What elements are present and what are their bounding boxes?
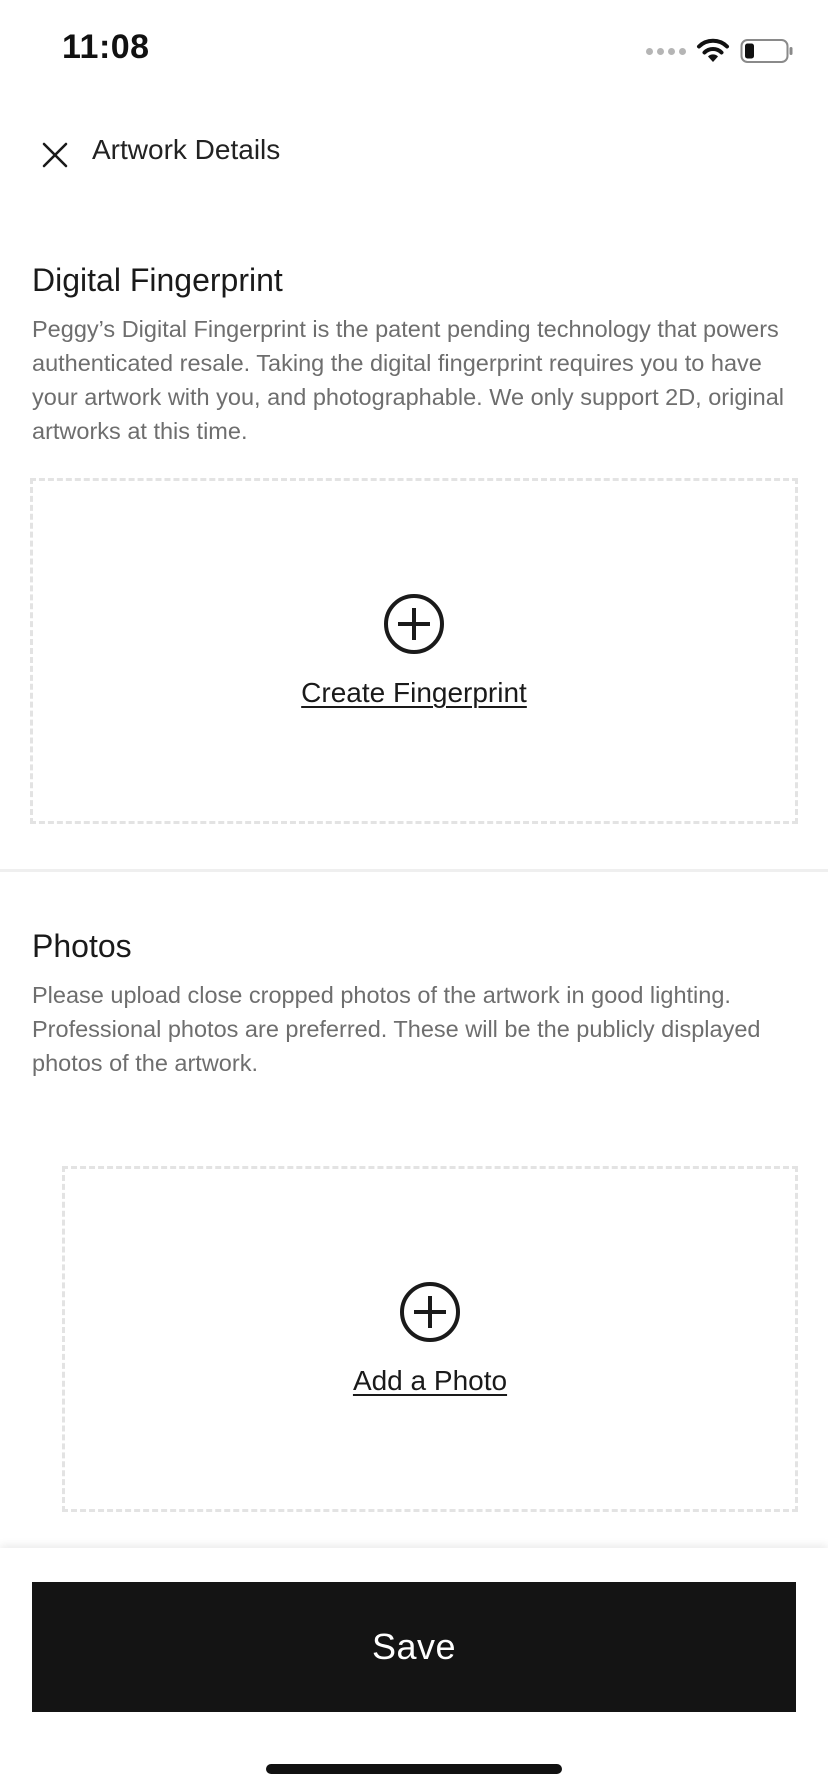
page-title: Artwork Details [92,134,281,165]
add-photo-link[interactable]: Add a Photo [353,1365,507,1397]
close-button[interactable] [32,132,78,178]
save-button[interactable]: Save [32,1582,796,1712]
plus-circle-icon[interactable] [383,593,445,655]
plus-circle-icon[interactable] [399,1281,461,1343]
add-photo-dropzone[interactable]: Add a Photo [62,1166,798,1512]
header: Artwork Details [0,120,828,180]
close-icon[interactable] [41,141,69,169]
signal-dots-icon [646,47,686,55]
create-fingerprint-link[interactable]: Create Fingerprint [301,677,527,709]
status-icons [646,36,794,66]
fingerprint-section-title: Digital Fingerprint [32,262,283,298]
create-fingerprint-dropzone[interactable]: Create Fingerprint [30,478,798,824]
photos-section-description: Please upload close cropped photos of th… [32,982,761,1076]
status-time: 11:08 [62,28,150,66]
bottom-action-bar: Save [0,1548,828,1792]
section-divider [0,869,828,872]
photos-section-title: Photos [32,928,132,964]
battery-icon [740,39,793,63]
home-indicator [266,1764,562,1774]
wifi-icon [697,38,729,62]
status-bar: 11:08 [0,0,828,100]
fingerprint-section-description: Peggy’s Digital Fingerprint is the paten… [32,316,784,444]
